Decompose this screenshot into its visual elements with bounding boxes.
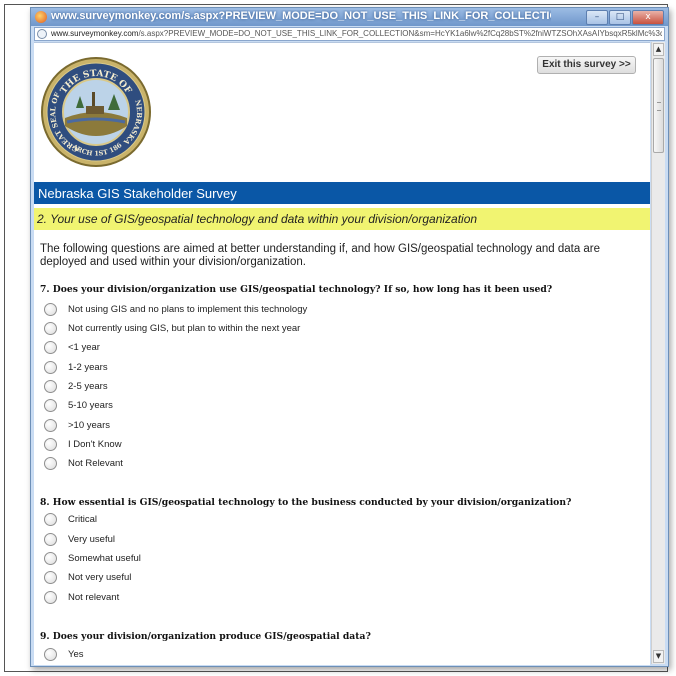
survey-page: THE STATE OF GREAT SEAL OF NEBRASKA MARC… xyxy=(34,42,650,665)
scroll-up-arrow-icon[interactable]: ▲ xyxy=(653,43,664,56)
option-label: Somewhat useful xyxy=(68,553,141,564)
scrollbar-thumb[interactable] xyxy=(653,58,664,153)
option-label: Yes xyxy=(68,649,84,660)
section-header: 2. Your use of GIS/geospatial technology… xyxy=(34,208,650,230)
outer-frame: www.surveymonkey.com/s.aspx?PREVIEW_MODE… xyxy=(4,4,669,672)
address-bar[interactable]: www.surveymonkey.com/s.aspx?PREVIEW_MODE… xyxy=(34,27,665,41)
question-7-title: 7. Does your division/organization use G… xyxy=(40,284,553,295)
radio-button[interactable] xyxy=(44,648,57,661)
radio-button[interactable] xyxy=(44,322,57,335)
radio-button[interactable] xyxy=(44,303,57,316)
option-label: I Don't Know xyxy=(68,439,122,450)
address-domain: www.surveymonkey.com xyxy=(51,29,139,38)
option-label: Critical xyxy=(68,514,98,525)
close-button[interactable]: x xyxy=(632,10,664,25)
address-path: /s.aspx?PREVIEW_MODE=DO_NOT_USE_THIS_LIN… xyxy=(138,29,662,38)
maximize-button[interactable]: □ xyxy=(609,10,631,25)
scrollbar-grip-icon xyxy=(657,102,661,111)
radio-button[interactable] xyxy=(44,513,57,526)
option-label: <1 year xyxy=(68,342,100,353)
option-label: >10 years xyxy=(68,420,110,431)
minimize-button[interactable]: – xyxy=(586,10,608,25)
page-icon xyxy=(37,29,47,39)
nebraska-seal-logo: THE STATE OF GREAT SEAL OF NEBRASKA MARC… xyxy=(40,56,151,167)
radio-button[interactable] xyxy=(44,552,57,565)
radio-button[interactable] xyxy=(44,341,57,354)
option-label: Not very useful xyxy=(68,572,132,583)
option-label: Not using GIS and no plans to implement … xyxy=(68,304,308,315)
browser-icon xyxy=(35,11,47,23)
radio-button[interactable] xyxy=(44,399,57,412)
exit-survey-button[interactable]: Exit this survey >> xyxy=(537,56,636,74)
radio-button[interactable] xyxy=(44,533,57,546)
option-label: Not Relevant xyxy=(68,458,123,469)
option-label: Very useful xyxy=(68,534,115,545)
window-titlebar[interactable]: www.surveymonkey.com/s.aspx?PREVIEW_MODE… xyxy=(31,8,668,26)
address-url: www.surveymonkey.com/s.aspx?PREVIEW_MODE… xyxy=(51,29,662,38)
option-label: 1-2 years xyxy=(68,362,108,373)
survey-title: Nebraska GIS Stakeholder Survey xyxy=(38,186,237,201)
scroll-down-arrow-icon[interactable]: ▼ xyxy=(653,650,664,663)
radio-button[interactable] xyxy=(44,361,57,374)
question-9-title: 9. Does your division/organization produ… xyxy=(40,631,371,642)
intro-text: The following questions are aimed at bet… xyxy=(40,243,601,268)
radio-button[interactable] xyxy=(44,380,57,393)
vertical-scrollbar[interactable]: ▲ ▼ xyxy=(651,42,665,664)
browser-popup-window: www.surveymonkey.com/s.aspx?PREVIEW_MODE… xyxy=(30,7,669,667)
radio-button[interactable] xyxy=(44,419,57,432)
radio-button[interactable] xyxy=(44,438,57,451)
radio-button[interactable] xyxy=(44,591,57,604)
option-label: 2-5 years xyxy=(68,381,108,392)
option-label: 5-10 years xyxy=(68,400,113,411)
radio-button[interactable] xyxy=(44,571,57,584)
window-controls: – □ x xyxy=(586,10,664,25)
survey-title-bar: Nebraska GIS Stakeholder Survey xyxy=(34,182,650,204)
window-title: www.surveymonkey.com/s.aspx?PREVIEW_MODE… xyxy=(51,10,551,22)
question-8-title: 8. How essential is GIS/geospatial techn… xyxy=(40,497,572,508)
section-title: 2. Your use of GIS/geospatial technology… xyxy=(37,212,478,226)
option-label: Not currently using GIS, but plan to wit… xyxy=(68,323,301,334)
radio-button[interactable] xyxy=(44,457,57,470)
option-label: Not relevant xyxy=(68,592,120,603)
